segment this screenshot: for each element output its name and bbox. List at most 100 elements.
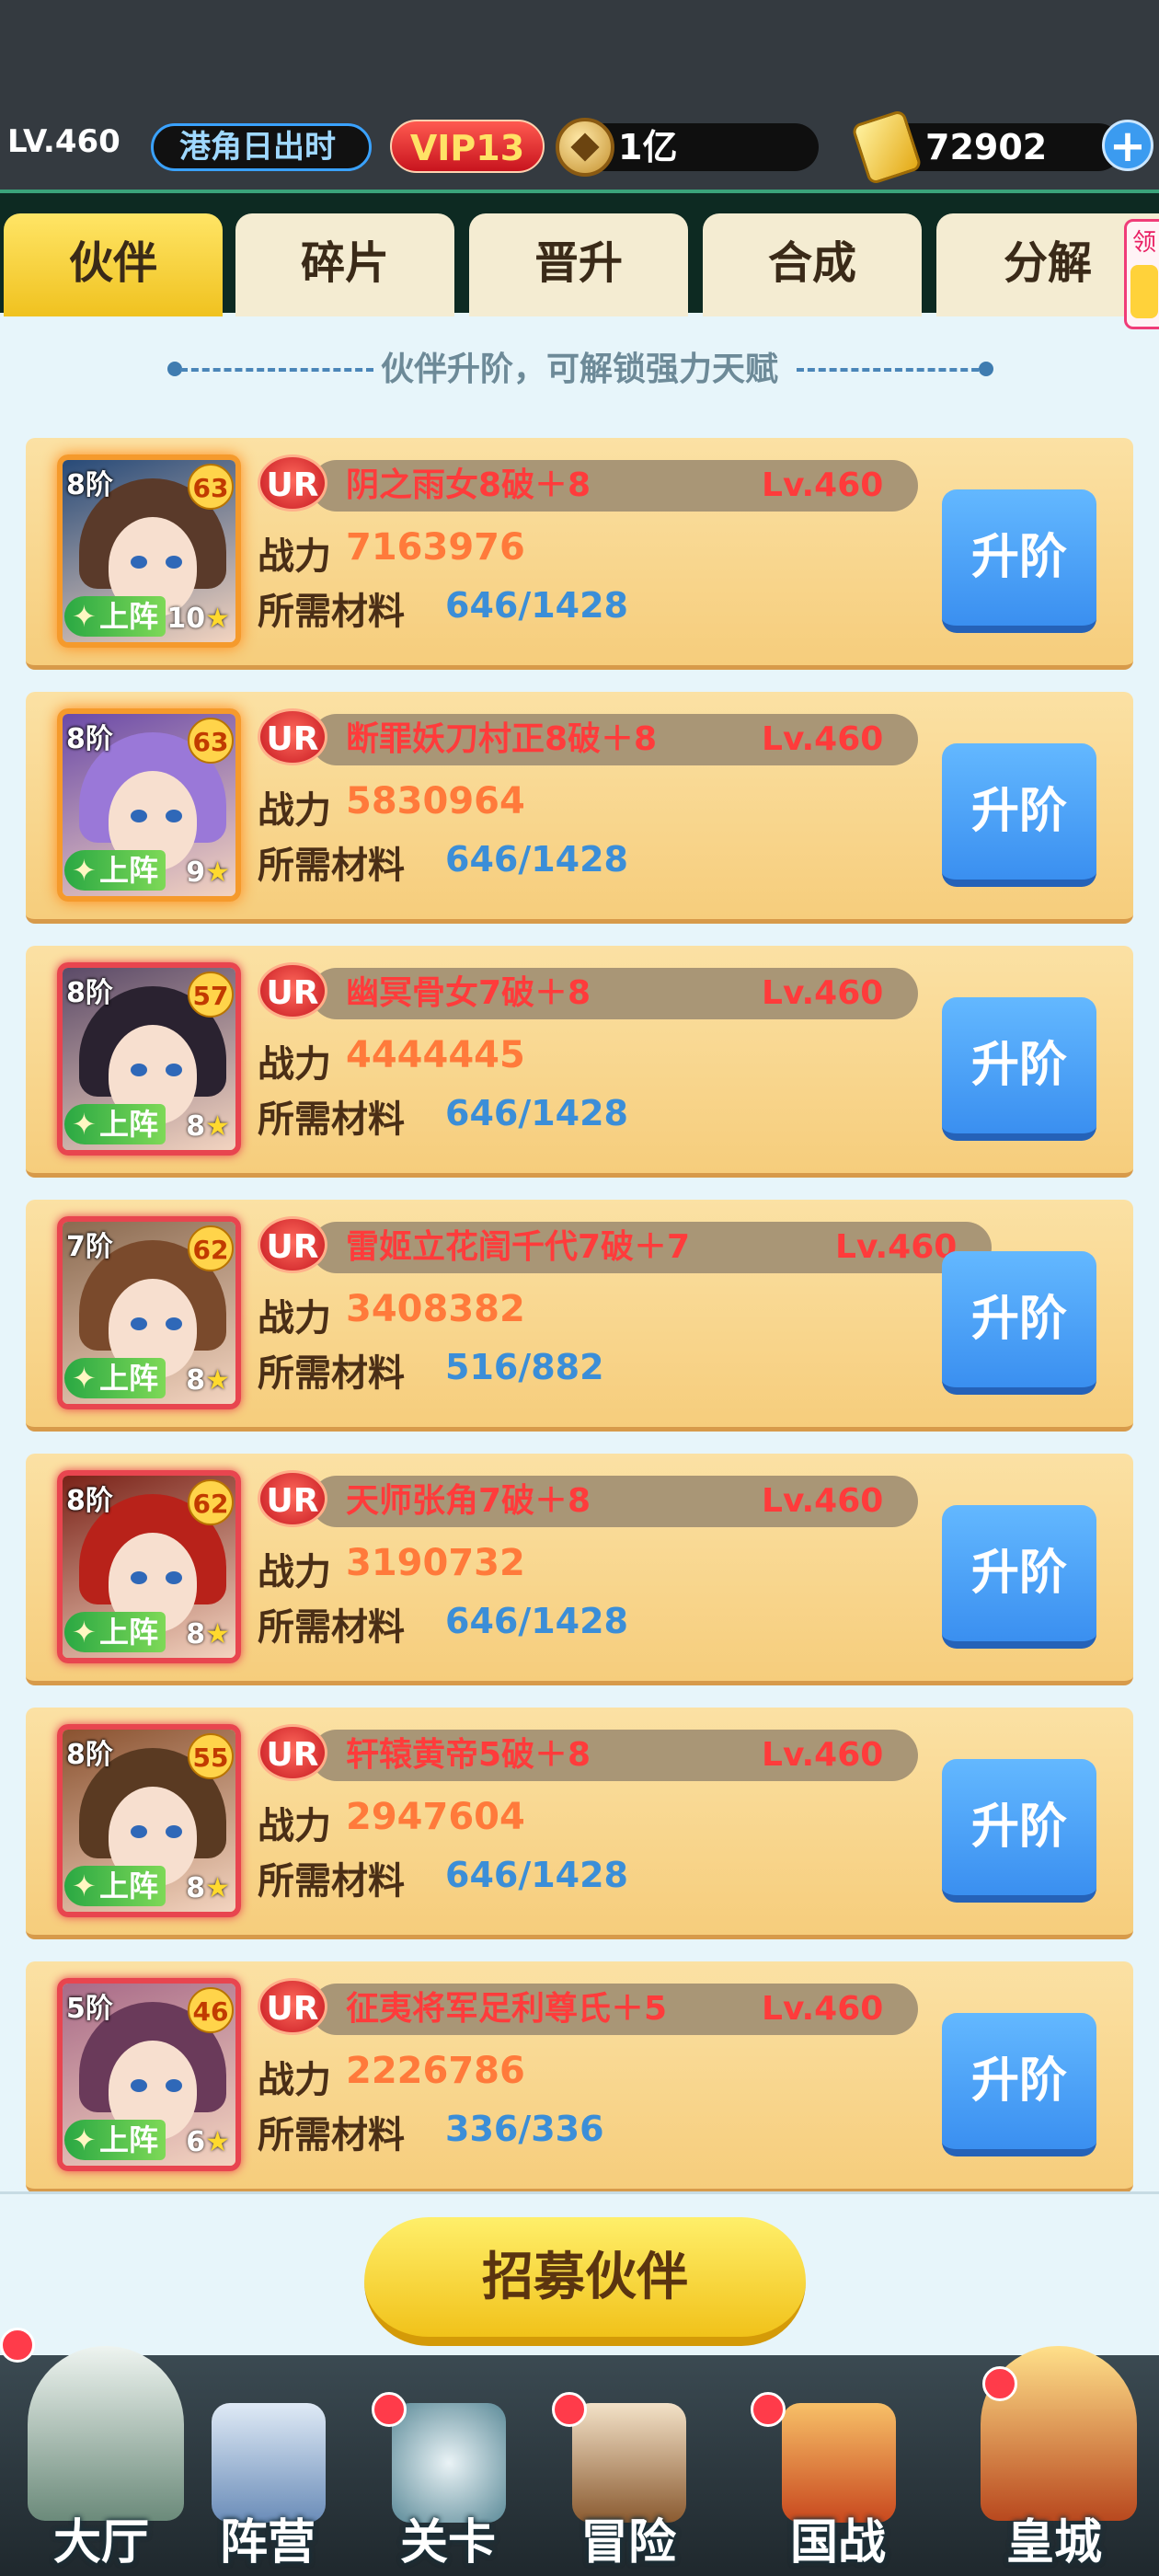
recruit-partner-button[interactable]: 招募伙伴 [364, 2217, 806, 2346]
partner-portrait[interactable]: 8阶 63 上阵 10★ [57, 454, 241, 648]
ur-rarity-badge: UR [258, 1216, 327, 1273]
upgrade-button[interactable]: 升阶 [942, 1505, 1096, 1649]
upgrade-button[interactable]: 升阶 [942, 997, 1096, 1141]
coin-icon [556, 118, 614, 177]
tab-promote[interactable]: 晋升 [469, 213, 688, 316]
power-label: 战力 [258, 1297, 331, 1340]
star-count: 6★ [186, 2126, 230, 2158]
star-number: 9 [186, 857, 206, 889]
plus-icon[interactable]: + [1102, 120, 1153, 171]
deployed-badge: 上阵 [64, 1104, 166, 1144]
partner-name: 天师张角7破＋8 [346, 1482, 591, 1520]
nav-hall[interactable]: 大厅 [0, 2328, 202, 2576]
partner-portrait[interactable]: 5阶 46 上阵 6★ [57, 1978, 241, 2171]
upgrade-button[interactable]: 升阶 [942, 2013, 1096, 2156]
partner-name: 雷姬立花訚千代7破＋7 [346, 1228, 691, 1266]
partner-name: 断罪妖刀村正8破＋8 [346, 720, 658, 758]
power-label: 战力 [258, 1551, 331, 1593]
partner-level: Lv.460 [762, 1482, 884, 1520]
upgrade-button[interactable]: 升阶 [942, 1251, 1096, 1395]
partner-tier: 8阶 [66, 1485, 113, 1517]
tab-fragments[interactable]: 碎片 [235, 213, 454, 316]
portrait-eye [166, 1064, 182, 1076]
nav-nation-war[interactable]: 国战 [751, 2392, 925, 2576]
ur-rarity-badge: UR [258, 454, 327, 512]
partner-tier: 7阶 [66, 1231, 113, 1263]
deployed-badge: 上阵 [64, 850, 166, 891]
partner-card-4: 7阶 62 上阵 8★ UR 雷姬立花訚千代7破＋7 Lv.460 战力 340… [26, 1200, 1133, 1432]
partner-portrait[interactable]: 8阶 57 上阵 8★ [57, 962, 241, 1156]
vip-badge[interactable]: VIP13 [390, 120, 545, 173]
portrait-eye [131, 1064, 147, 1076]
materials-label: 所需材料 [258, 591, 405, 633]
portrait-eye [166, 1571, 182, 1584]
power-label: 战力 [258, 1805, 331, 1847]
power-value: 2947604 [346, 1796, 525, 1838]
materials-value: 646/1428 [445, 585, 628, 626]
tier-level-badge: 55 [188, 1733, 234, 1779]
partner-tier: 8阶 [66, 469, 113, 501]
power-value: 4444445 [346, 1034, 525, 1076]
materials-label: 所需材料 [258, 1352, 405, 1395]
power-value: 3190732 [346, 1542, 525, 1584]
nav-stage[interactable]: 关卡 [361, 2392, 535, 2576]
side-gift-button[interactable]: 领 [1124, 219, 1159, 329]
nav-adventure[interactable]: 冒险 [541, 2392, 716, 2576]
partner-portrait[interactable]: 7阶 62 上阵 8★ [57, 1216, 241, 1409]
portrait-eye [131, 810, 147, 822]
notification-dot [552, 2392, 587, 2427]
ur-rarity-badge: UR [258, 708, 327, 765]
partner-level: Lv.460 [762, 720, 884, 758]
materials-value: 646/1428 [445, 839, 628, 880]
partner-portrait[interactable]: 8阶 55 上阵 8★ [57, 1724, 241, 1917]
partner-card-2: 8阶 63 上阵 9★ UR 断罪妖刀村正8破＋8 Lv.460 战力 5830… [26, 692, 1133, 924]
star-count: 10★ [166, 603, 230, 635]
partner-level: Lv.460 [762, 974, 884, 1012]
hint-dot-right [979, 362, 993, 376]
partner-portrait[interactable]: 8阶 62 上阵 8★ [57, 1470, 241, 1663]
nav-adventure-label: 冒险 [580, 2515, 676, 2570]
player-name[interactable]: 港角日出时 [151, 123, 372, 171]
notification-dot [751, 2392, 786, 2427]
gold-amount: 72902 [925, 127, 1048, 167]
nav-camp[interactable]: 阵营 [180, 2392, 355, 2576]
materials-label: 所需材料 [258, 1860, 405, 1903]
nav-camp-label: 阵营 [219, 2515, 316, 2570]
tab-partner[interactable]: 伙伴 [4, 213, 223, 316]
portrait-eye [166, 1317, 182, 1330]
star-icon: ★ [205, 857, 230, 889]
star-number: 10 [166, 603, 206, 635]
portrait-eye [166, 810, 182, 822]
tab-synthesize[interactable]: 合成 [703, 213, 922, 316]
materials-value: 516/882 [445, 1347, 604, 1387]
nav-imperial-city[interactable]: 皇城 [953, 2328, 1155, 2576]
gift-icon [1130, 265, 1158, 318]
deployed-badge: 上阵 [64, 1358, 166, 1398]
star-number: 8 [186, 1872, 206, 1904]
nav-hall-label: 大厅 [52, 2515, 149, 2570]
partner-card-6: 8阶 55 上阵 8★ UR 轩辕黄帝5破＋8 Lv.460 战力 294760… [26, 1708, 1133, 1939]
partner-name: 幽冥骨女7破＋8 [346, 974, 591, 1012]
portrait-eye [131, 1571, 147, 1584]
star-count: 9★ [186, 857, 230, 889]
portrait-eye [131, 2079, 147, 2092]
partner-portrait[interactable]: 8阶 63 上阵 9★ [57, 708, 241, 902]
tier-level-badge: 63 [188, 718, 234, 764]
portrait-eye [131, 1317, 147, 1330]
star-count: 8★ [186, 1618, 230, 1650]
star-number: 6 [186, 2126, 206, 2158]
upgrade-button[interactable]: 升阶 [942, 1759, 1096, 1903]
materials-value: 646/1428 [445, 1601, 628, 1641]
materials-value: 336/336 [445, 2109, 604, 2149]
portrait-eye [166, 2079, 182, 2092]
star-count: 8★ [186, 1872, 230, 1904]
star-icon: ★ [205, 1872, 230, 1904]
deployed-badge: 上阵 [64, 1612, 166, 1652]
upgrade-button[interactable]: 升阶 [942, 489, 1096, 633]
materials-value: 646/1428 [445, 1855, 628, 1895]
materials-label: 所需材料 [258, 2114, 405, 2156]
portrait-eye [166, 1825, 182, 1838]
player-level: LV.460 [7, 123, 120, 160]
deployed-badge: 上阵 [64, 596, 166, 637]
upgrade-button[interactable]: 升阶 [942, 743, 1096, 887]
